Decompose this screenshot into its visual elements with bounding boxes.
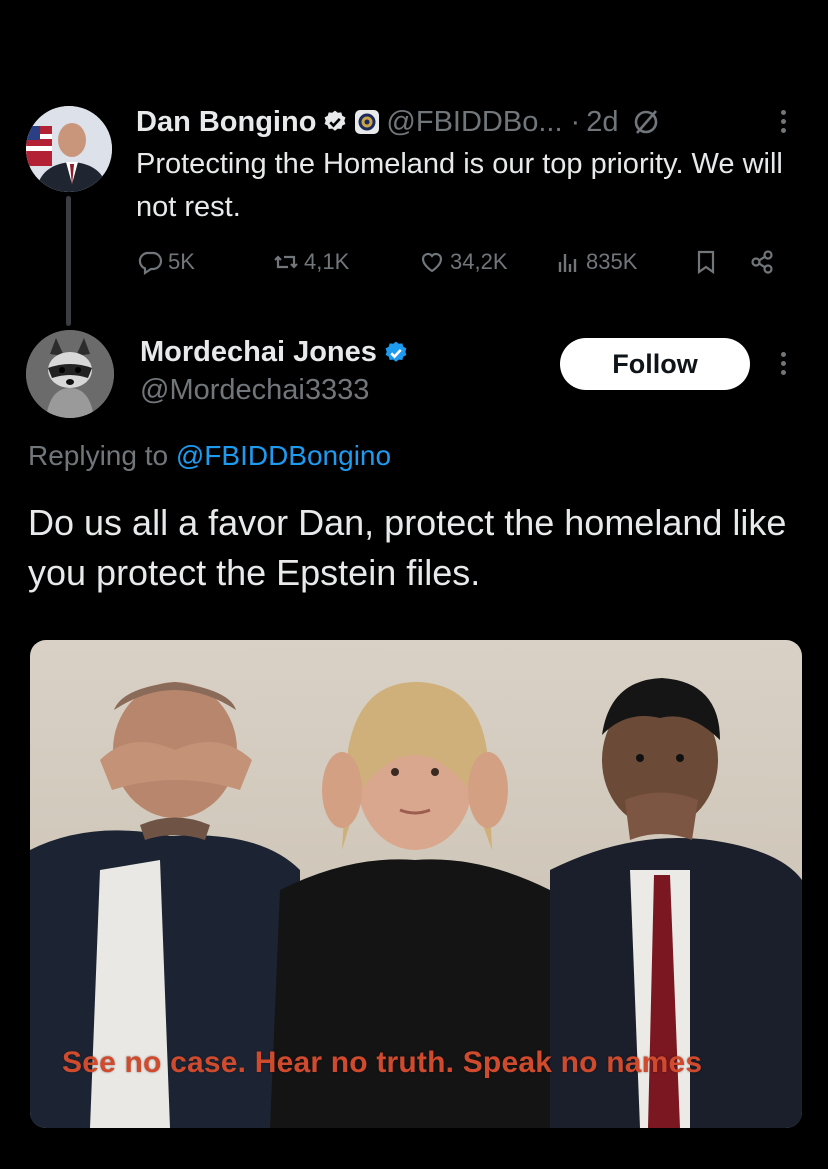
repost-count: 4,1K (304, 249, 350, 274)
media-caption: See no case. Hear no truth. Speak no nam… (62, 1046, 703, 1079)
heart-icon (421, 252, 443, 273)
repost-button[interactable]: 4,1K (272, 248, 349, 276)
replying-to-line: Replying to @FBIDDBongino (28, 440, 391, 472)
views-button[interactable]: 835K (554, 248, 637, 276)
reply-author-avatar[interactable] (26, 330, 114, 418)
views-chart-icon (558, 254, 577, 272)
verified-badge-icon (383, 340, 409, 366)
reply-count: 5K (168, 249, 195, 274)
author-handle[interactable]: @FBIDDBo... (386, 106, 562, 139)
like-button[interactable]: 34,2K (418, 248, 508, 276)
more-options-icon[interactable] (781, 110, 786, 133)
reply-media-image[interactable]: See no case. Hear no truth. Speak no nam… (30, 640, 802, 1128)
tweet-timestamp[interactable]: 2d (586, 106, 618, 139)
tweet-actions: 5K 4,1K 34,2K 835K (136, 248, 786, 284)
author-name[interactable]: Dan Bongino (136, 106, 316, 139)
tweet-header: Dan Bongino @FBIDDBo... · 2d (136, 104, 660, 140)
reply-author-header: Mordechai Jones (140, 336, 409, 369)
reply-author-handle[interactable]: @Mordechai3333 (140, 374, 369, 407)
thread-connector-line (66, 196, 71, 326)
follow-button[interactable]: Follow (560, 338, 750, 390)
reply-author-name[interactable]: Mordechai Jones (140, 336, 377, 369)
share-icon (751, 250, 773, 274)
grok-icon[interactable] (632, 108, 660, 136)
reply-button[interactable]: 5K (136, 248, 195, 276)
author-avatar[interactable] (26, 106, 112, 192)
bookmark-button[interactable] (692, 248, 724, 276)
fbi-seal-icon (354, 109, 380, 135)
tweet-text: Protecting the Homeland is our top prior… (136, 148, 783, 223)
replying-to-mention[interactable]: @FBIDDBongino (176, 440, 391, 471)
more-options-icon[interactable] (781, 352, 786, 375)
like-count: 34,2K (450, 249, 508, 274)
share-button[interactable] (748, 248, 780, 276)
replying-to-label: Replying to (28, 440, 169, 471)
reply-text: Do us all a favor Dan, protect the homel… (28, 502, 787, 593)
reply-icon (138, 251, 163, 276)
repost-icon (274, 255, 298, 269)
separator-dot: · (570, 105, 581, 138)
verified-badge-icon (322, 109, 348, 135)
bookmark-icon (697, 250, 715, 275)
view-count: 835K (586, 249, 638, 274)
